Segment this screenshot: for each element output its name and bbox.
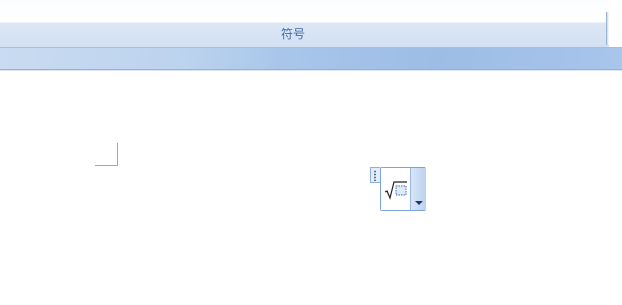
page-margin-corner-mark [95,143,118,166]
square-root-placeholder-icon [384,181,407,200]
chevron-down-icon [415,201,423,205]
ribbon-bottom-band [0,48,622,70]
equation-placeholder[interactable] [370,167,426,211]
equation-options-dropdown[interactable] [410,168,426,210]
ribbon-edge [609,0,622,47]
symbols-group-label: 符号 [280,27,305,41]
equation-box[interactable] [380,167,426,211]
equation-content[interactable] [381,168,410,210]
ribbon-group-strip: 符号 [0,0,622,48]
drag-handle-icon[interactable] [370,167,380,183]
document-area[interactable] [0,71,622,305]
